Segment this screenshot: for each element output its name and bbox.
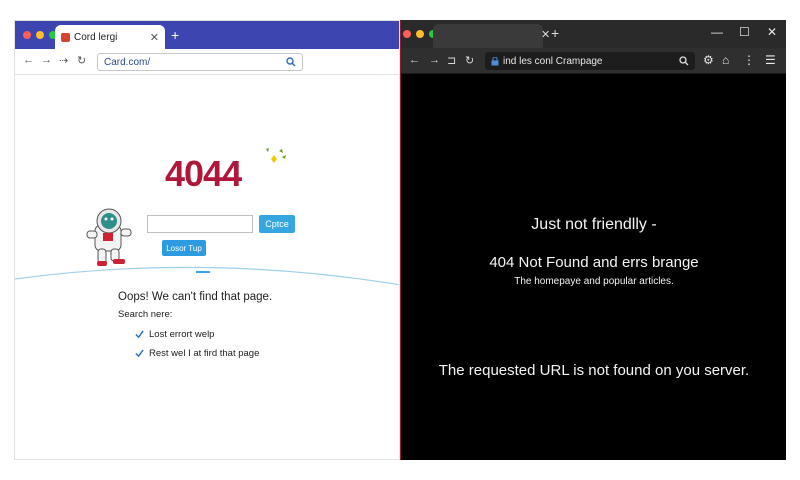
close-dot-icon[interactable] <box>403 30 411 38</box>
tab-title: Cord lergi <box>74 31 118 43</box>
list-item[interactable]: Rest wel I at fird that page <box>135 348 259 359</box>
window-controls <box>403 30 437 38</box>
address-bar[interactable]: Card.com/ <box>97 53 303 71</box>
left-toolbar: ← → ⇢ ↻ Card.com/ <box>15 49 399 75</box>
lock-icon <box>491 56 499 65</box>
forward-alt-icon[interactable]: ⇢ <box>59 54 68 67</box>
url-text: Card.com/ <box>104 56 151 68</box>
error-message: The requested URL is no͏t found on you s… <box>438 362 750 379</box>
check-icon <box>135 349 144 358</box>
right-browser-window: ✕ + — ☐ ✕ ← → ⊐ ↻ ind les conl Crampage … <box>400 20 786 460</box>
home-icon[interactable]: ⌂ <box>722 53 729 67</box>
close-dot-icon[interactable] <box>23 31 31 39</box>
forward-icon[interactable]: → <box>41 54 52 66</box>
new-tab-icon[interactable]: + <box>171 27 179 43</box>
address-bar[interactable]: ind les conl Crampage <box>485 52 695 70</box>
more-icon[interactable]: ⋮ <box>743 53 755 67</box>
new-tab-icon[interactable]: + <box>551 25 559 41</box>
right-toolbar: ← → ⊐ ↻ ind les conl Crampage ⚙ ⌂ ⋮ ☰ <box>401 48 786 74</box>
search-here-label: Search nere: <box>118 309 173 320</box>
minimize-dot-icon[interactable] <box>36 31 44 39</box>
page-subheading: 404 Not Found and errs brange <box>489 254 699 271</box>
left-tab-bar: Cord lergi ✕ + <box>15 21 399 49</box>
list-item-label: Lost errort welp <box>149 329 215 340</box>
browser-tab[interactable]: Cord lergi ✕ <box>55 25 165 49</box>
gear-icon[interactable]: ⚙ <box>703 53 714 67</box>
tab-close-icon[interactable]: ✕ <box>150 31 159 44</box>
not-found-message: Oops! We can't find that page. <box>118 291 273 303</box>
error-code: 4044 <box>165 153 242 194</box>
maximize-icon[interactable]: ☐ <box>739 25 750 39</box>
page-description: The homepaye and popular articles. <box>514 276 674 287</box>
browser-tab[interactable] <box>433 24 543 48</box>
search-icon[interactable] <box>286 57 296 67</box>
window-controls <box>23 31 57 39</box>
search-button[interactable]: Cptce <box>259 215 295 233</box>
forward-icon[interactable]: → <box>429 54 440 66</box>
sparkle-icon <box>266 148 286 163</box>
right-tab-bar: ✕ + — ☐ ✕ <box>401 20 786 48</box>
back-icon[interactable]: ← <box>23 54 34 66</box>
reload-icon[interactable]: ↻ <box>465 54 474 67</box>
search-input[interactable] <box>147 215 253 233</box>
minimize-icon[interactable]: — <box>711 25 723 39</box>
list-item[interactable]: Lost errort welp <box>135 329 214 340</box>
menu-icon[interactable]: ☰ <box>765 53 776 67</box>
left-browser-window: Cord lergi ✕ + ← → ⇢ ↻ Card.com/ 4044 Cp… <box>14 20 400 460</box>
close-icon[interactable]: ✕ <box>767 25 777 39</box>
divider <box>196 271 210 273</box>
tab-close-icon[interactable]: ✕ <box>541 28 550 41</box>
list-item-label: Rest wel I at fird that page <box>149 348 260 359</box>
home-alt-icon[interactable]: ⊐ <box>447 54 456 67</box>
back-icon[interactable]: ← <box>409 54 420 66</box>
page-heading: Just not friendlly - <box>531 216 657 233</box>
favicon-icon <box>61 32 70 42</box>
reload-icon[interactable]: ↻ <box>77 54 86 67</box>
url-text: ind les conl Crampage <box>503 55 603 67</box>
minimize-dot-icon[interactable] <box>416 30 424 38</box>
check-icon <box>135 330 144 339</box>
search-icon[interactable] <box>679 56 689 66</box>
